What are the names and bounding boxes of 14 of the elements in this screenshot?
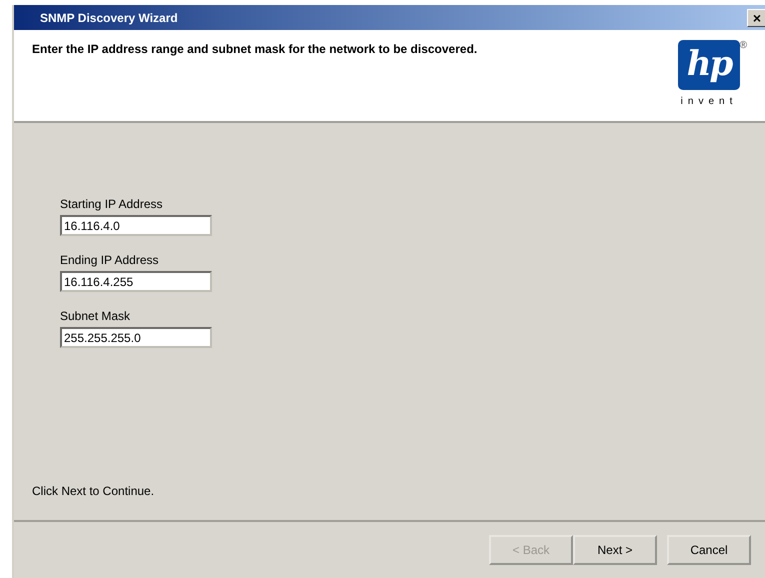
close-button[interactable]: × [747, 8, 765, 26]
instruction-text: Enter the IP address range and subnet mask for the network to be discovered. [32, 41, 478, 58]
field-label: Starting IP Address [60, 196, 164, 213]
wizard-button[interactable]: Cancel [667, 535, 751, 565]
ip-input-field[interactable]: 16.116.4.0 [60, 215, 212, 236]
field-label: Ending IP Address [60, 252, 160, 269]
window-title: SNMP Discovery Wizard [40, 10, 178, 26]
wizard-button[interactable]: Next > [573, 535, 657, 565]
ip-input-field[interactable]: 255.255.255.0 [60, 327, 212, 348]
ip-input-field[interactable]: 16.116.4.255 [60, 271, 212, 292]
logo: hp [678, 40, 740, 90]
hint-text: Click Next to Continue. [31, 483, 156, 500]
field-label: Subnet Mask [60, 308, 132, 325]
logo-tagline: invent [680, 95, 738, 109]
